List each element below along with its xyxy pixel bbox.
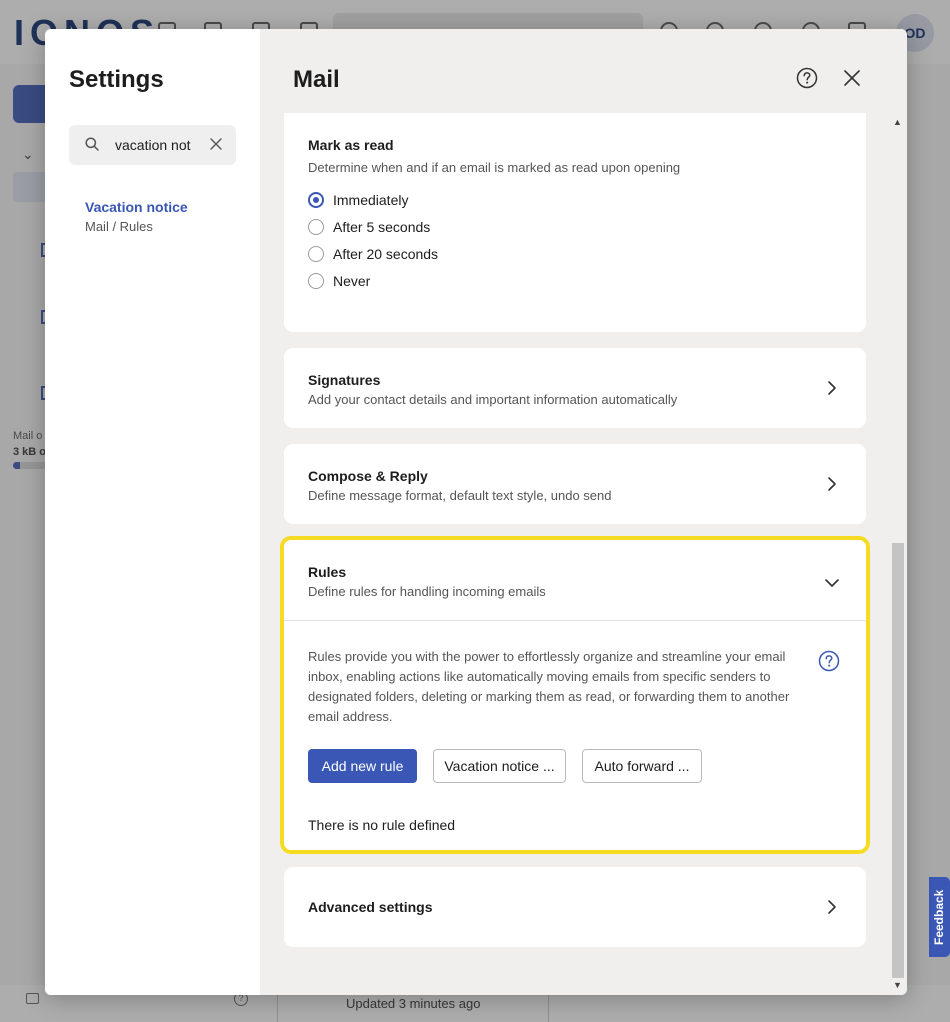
rules-card: Rules Define rules for handling incoming… (280, 536, 870, 854)
radio-option[interactable]: Never (308, 272, 370, 290)
settings-title: Settings (69, 66, 164, 93)
search-icon (85, 137, 99, 151)
chevron-right-icon (828, 477, 836, 491)
add-rule-button[interactable]: Add new rule (308, 749, 417, 783)
scroll-up-arrow-icon[interactable]: ▲ (893, 117, 902, 127)
settings-content: Mail Mark as read Determine when and if … (260, 29, 907, 995)
rules-description: Rules provide you with the power to effo… (308, 649, 790, 724)
radio-option[interactable]: After 20 seconds (308, 245, 438, 263)
close-icon[interactable] (209, 137, 223, 151)
advanced-settings-card[interactable]: Advanced settings (284, 867, 866, 947)
card-subtitle: Define message format, default text styl… (308, 488, 612, 503)
card-title: Compose & Reply (308, 468, 428, 484)
search-result-title[interactable]: Vacation notice (85, 199, 188, 215)
chevron-right-icon (828, 381, 836, 395)
chevron-down-icon[interactable] (824, 575, 840, 591)
card-title[interactable]: Rules (308, 564, 346, 580)
card-subtitle: Add your contact details and important i… (308, 392, 678, 407)
page-title: Mail (293, 66, 340, 93)
settings-modal: Settings Vacation notice Mail / Rules Ma… (45, 29, 907, 995)
radio-label: After 20 seconds (333, 246, 439, 262)
radio-label: After 5 seconds (333, 219, 431, 235)
radio-button[interactable] (308, 192, 324, 208)
compose-reply-card[interactable]: Compose & Reply Define message format, d… (284, 444, 866, 524)
radio-label: Never (333, 273, 371, 289)
divider (284, 620, 866, 621)
radio-label: Immediately (333, 192, 409, 208)
scroll-down-arrow-icon[interactable]: ▼ (893, 980, 902, 990)
card-title: Advanced settings (308, 899, 433, 915)
chevron-right-icon (828, 900, 836, 914)
empty-state-text: There is no rule defined (308, 817, 456, 833)
help-icon[interactable] (796, 67, 818, 89)
radio-option[interactable]: Immediately (308, 191, 408, 209)
radio-button[interactable] (308, 219, 324, 235)
settings-sidebar: Settings Vacation notice Mail / Rules (45, 29, 260, 995)
help-icon[interactable] (818, 650, 840, 672)
search-input[interactable] (115, 135, 193, 155)
settings-search[interactable] (69, 125, 236, 165)
auto-forward-button[interactable]: Auto forward ... (582, 749, 702, 783)
search-result-path: Mail / Rules (85, 219, 153, 234)
radio-button[interactable] (308, 273, 324, 289)
card-subtitle: Determine when and if an email is marked… (308, 160, 681, 175)
card-title: Signatures (308, 372, 381, 388)
feedback-tab[interactable]: Feedback (929, 877, 950, 957)
radio-option[interactable]: After 5 seconds (308, 218, 430, 236)
card-subtitle: Define rules for handling incoming email… (308, 584, 546, 599)
mark-as-read-card: Mark as read Determine when and if an em… (284, 113, 866, 332)
card-title: Mark as read (308, 137, 394, 153)
scrollbar-thumb[interactable] (892, 543, 904, 978)
signatures-card[interactable]: Signatures Add your contact details and … (284, 348, 866, 428)
radio-button[interactable] (308, 246, 324, 262)
close-icon[interactable] (842, 68, 862, 88)
vacation-notice-button[interactable]: Vacation notice ... (433, 749, 566, 783)
